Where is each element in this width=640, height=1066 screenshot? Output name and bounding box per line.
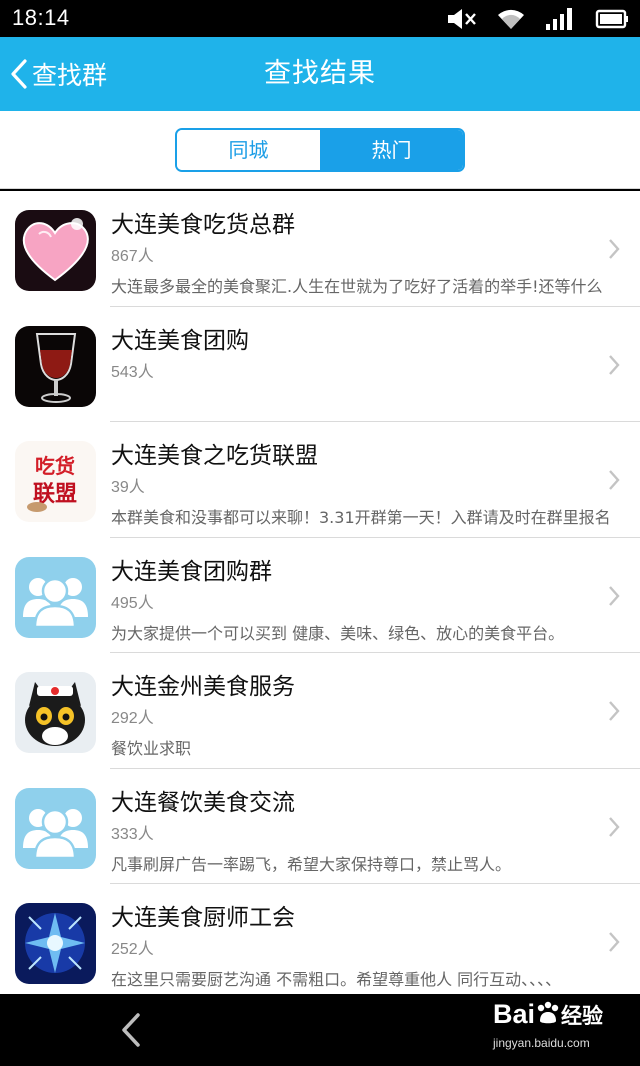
group-name: 大连美食团购 <box>111 327 249 354</box>
group-avatar <box>15 325 96 407</box>
watermark-url: jingyan.baidu.com <box>493 1036 590 1050</box>
signal-icon <box>544 7 576 31</box>
watermark-brand-text: Bai <box>493 999 536 1029</box>
list-item[interactable]: 大连美食团购群 495人 为大家提供一个可以买到 健康、美味、绿色、放心的美食平… <box>0 538 640 654</box>
navigation-bar: Bai 经验 jingyan.baidu.com <box>0 994 640 1066</box>
member-count: 495人 <box>111 594 154 612</box>
wifi-icon <box>496 7 526 31</box>
segment-bar: 同城 热门 <box>0 111 640 189</box>
list-item[interactable]: 大连美食吃货总群 867人 大连最多最全的美食聚汇.人生在世就为了吃好了活着的举… <box>0 191 640 307</box>
group-name: 大连美食团购群 <box>111 558 272 585</box>
group-list: 大连美食吃货总群 867人 大连最多最全的美食聚汇.人生在世就为了吃好了活着的举… <box>0 191 640 994</box>
tab-popular[interactable]: 热门 <box>320 130 463 170</box>
group-description: 为大家提供一个可以买到 健康、美味、绿色、放心的美食平台。 <box>111 623 565 643</box>
group-name: 大连餐饮美食交流 <box>111 789 295 816</box>
chevron-right-icon <box>608 931 620 957</box>
battery-icon <box>594 7 630 31</box>
back-label: 查找群 <box>32 61 108 90</box>
group-description: 大连最多最全的美食聚汇.人生在世就为了吃好了活着的举手!还等什么 <box>111 277 603 296</box>
group-description: 在这里只需要厨艺沟通 不需粗口。希望尊重他人 同行互动、、、、 <box>111 970 562 989</box>
nav-back-icon[interactable] <box>118 1012 144 1052</box>
chevron-left-icon <box>10 58 28 90</box>
title-bar: 查找群 查找结果 <box>0 37 640 111</box>
group-avatar <box>15 903 96 984</box>
group-avatar <box>15 556 96 638</box>
member-count: 543人 <box>111 363 154 381</box>
paw-icon <box>535 999 561 1029</box>
avatar-text-top: 吃货 <box>35 454 75 478</box>
segmented-control: 同城 热门 <box>175 128 465 172</box>
watermark: Bai 经验 jingyan.baidu.com <box>493 999 633 1050</box>
chevron-right-icon <box>608 585 620 611</box>
chevron-right-icon <box>608 238 620 264</box>
status-bar: 18:14 <box>0 0 640 37</box>
mute-icon <box>446 7 478 31</box>
group-avatar: 吃货 联盟 <box>15 441 96 522</box>
chevron-right-icon <box>608 816 620 842</box>
group-name: 大连美食吃货总群 <box>111 212 295 238</box>
list-item[interactable]: 大连美食团购 543人 <box>0 307 640 423</box>
chevron-right-icon <box>608 700 620 726</box>
member-count: 252人 <box>111 941 154 958</box>
watermark-brand-suffix: 经验 <box>561 1004 604 1028</box>
status-time: 18:14 <box>12 5 70 30</box>
watermark-brand: Bai 经验 <box>493 999 603 1030</box>
group-name: 大连美食厨师工会 <box>111 905 295 931</box>
status-icons <box>446 6 630 32</box>
group-name: 大连金州美食服务 <box>111 674 295 700</box>
list-item[interactable]: 大连餐饮美食交流 333人 凡事刷屏广告一率踢飞，希望大家保持尊口，禁止骂人。 <box>0 769 640 885</box>
member-count: 292人 <box>111 710 154 727</box>
member-count: 333人 <box>111 825 154 843</box>
group-description: 本群美食和没事都可以来聊！3.31开群第一天！入群请及时在群里报名 <box>111 508 611 527</box>
list-item[interactable]: 大连金州美食服务 292人 餐饮业求职 <box>0 653 640 769</box>
group-description: 凡事刷屏广告一率踢飞，希望大家保持尊口，禁止骂人。 <box>111 854 512 874</box>
member-count: 39人 <box>111 479 145 496</box>
tab-nearby[interactable]: 同城 <box>177 130 320 170</box>
group-avatar <box>15 672 96 753</box>
group-avatar <box>15 787 96 869</box>
list-item[interactable]: 大连美食厨师工会 252人 在这里只需要厨艺沟通 不需粗口。希望尊重他人 同行互… <box>0 884 640 994</box>
back-button[interactable]: 查找群 <box>10 37 107 111</box>
group-description: 餐饮业求职 <box>111 739 192 758</box>
member-count: 867人 <box>111 248 154 265</box>
chevron-right-icon <box>608 469 620 495</box>
group-avatar <box>15 210 96 291</box>
group-name: 大连美食之吃货联盟 <box>111 443 318 469</box>
list-item[interactable]: 吃货 联盟 大连美食之吃货联盟 39人 本群美食和没事都可以来聊！3.31开群第… <box>0 422 640 538</box>
chevron-right-icon <box>608 354 620 380</box>
